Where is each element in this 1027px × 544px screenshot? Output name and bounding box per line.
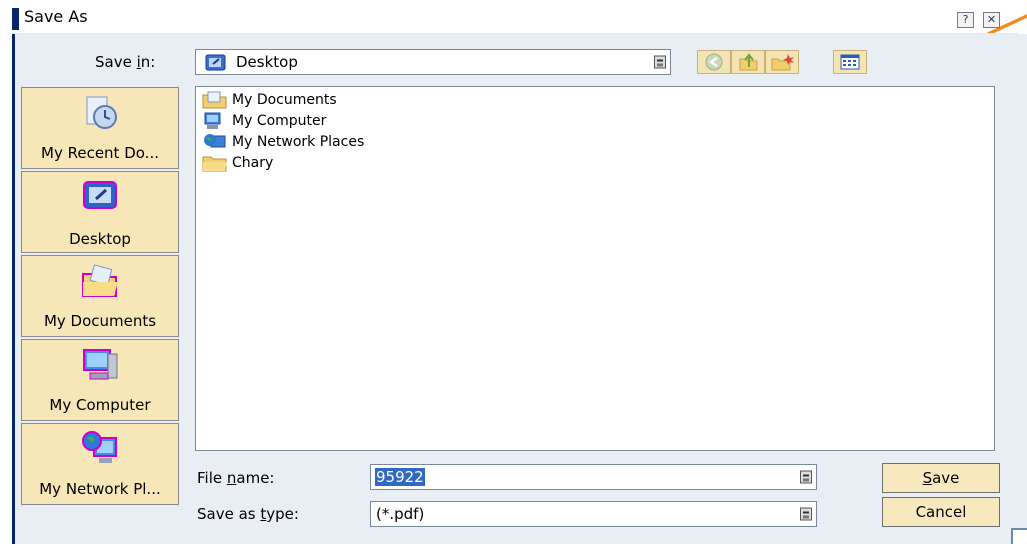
save-as-type-dropdown[interactable]: (*.pdf) <box>370 501 817 527</box>
view-menu-icon <box>840 54 860 70</box>
save-as-type-label: Save as type: <box>197 505 299 523</box>
save-in-dropdown[interactable]: Desktop <box>195 49 671 75</box>
places-item-recent[interactable]: My Recent Do... <box>21 87 179 169</box>
my-documents-icon <box>82 264 118 297</box>
save-as-type-dropdown-arrow-icon[interactable] <box>800 507 812 521</box>
my-computer-icon <box>204 112 221 129</box>
back-icon <box>705 53 723 71</box>
desktop-icon <box>83 181 117 209</box>
places-label: My Recent Do... <box>41 144 159 162</box>
new-folder-button[interactable] <box>765 50 799 74</box>
up-folder-button[interactable] <box>731 50 765 74</box>
list-item-my-documents[interactable]: My Documents <box>202 90 337 110</box>
file-name-dropdown-arrow-icon[interactable] <box>800 470 812 484</box>
desktop-icon <box>205 54 226 71</box>
new-folder-icon <box>771 54 794 71</box>
my-documents-icon <box>202 91 227 109</box>
file-name-label: File name: <box>197 469 275 487</box>
network-places-icon <box>204 134 226 148</box>
window-title: Save As <box>24 7 88 26</box>
list-item-my-network-places[interactable]: My Network Places <box>202 132 364 152</box>
list-item-chary[interactable]: Chary <box>202 153 273 173</box>
recent-documents-icon <box>86 96 117 129</box>
folder-icon <box>202 156 227 172</box>
places-item-my-computer[interactable]: My Computer <box>21 339 179 421</box>
places-label: Desktop <box>69 230 131 248</box>
file-name-label: My Documents <box>232 92 337 108</box>
save-in-value: Desktop <box>236 53 298 71</box>
file-name-value[interactable]: 95922 <box>375 468 425 486</box>
my-network-places-icon <box>82 431 117 463</box>
title-accent-bar <box>12 8 19 30</box>
save-as-type-value: (*.pdf) <box>376 505 425 523</box>
file-name-label: Chary <box>232 155 274 171</box>
places-item-desktop[interactable]: Desktop <box>21 171 179 253</box>
file-name-label: My Computer <box>232 113 327 129</box>
back-button[interactable] <box>697 50 731 74</box>
resize-grip-icon[interactable] <box>1011 528 1027 544</box>
places-item-my-documents[interactable]: My Documents <box>21 255 179 337</box>
file-list[interactable]: My Documents My Computer My Network Plac… <box>195 86 995 451</box>
save-in-dropdown-arrow-icon[interactable] <box>654 55 666 69</box>
close-button[interactable]: ✕ <box>983 12 1000 28</box>
places-item-my-network[interactable]: My Network Pl... <box>21 423 179 505</box>
save-as-dialog: Save As ? ✕ Save in: Desktop My Recent D… <box>0 0 1027 544</box>
help-button[interactable]: ? <box>957 12 974 28</box>
file-name-label: My Network Places <box>232 134 365 150</box>
up-folder-icon <box>739 53 758 71</box>
save-in-label: Save in: <box>95 53 156 71</box>
cancel-button[interactable]: Cancel <box>882 497 1000 527</box>
list-item-my-computer[interactable]: My Computer <box>202 111 326 131</box>
places-label: My Documents <box>43 312 157 330</box>
file-name-field[interactable]: 95922 <box>370 464 817 490</box>
places-label: My Computer <box>49 396 151 414</box>
places-label: My Network Pl... <box>39 480 161 498</box>
places-bar: My Recent Do... Desktop My Documents My … <box>21 87 181 505</box>
my-computer-icon <box>83 349 118 380</box>
title-bar[interactable]: Save As ? ✕ <box>0 0 1027 36</box>
save-button[interactable]: Save <box>882 463 1000 493</box>
view-menu-button[interactable] <box>833 50 867 74</box>
